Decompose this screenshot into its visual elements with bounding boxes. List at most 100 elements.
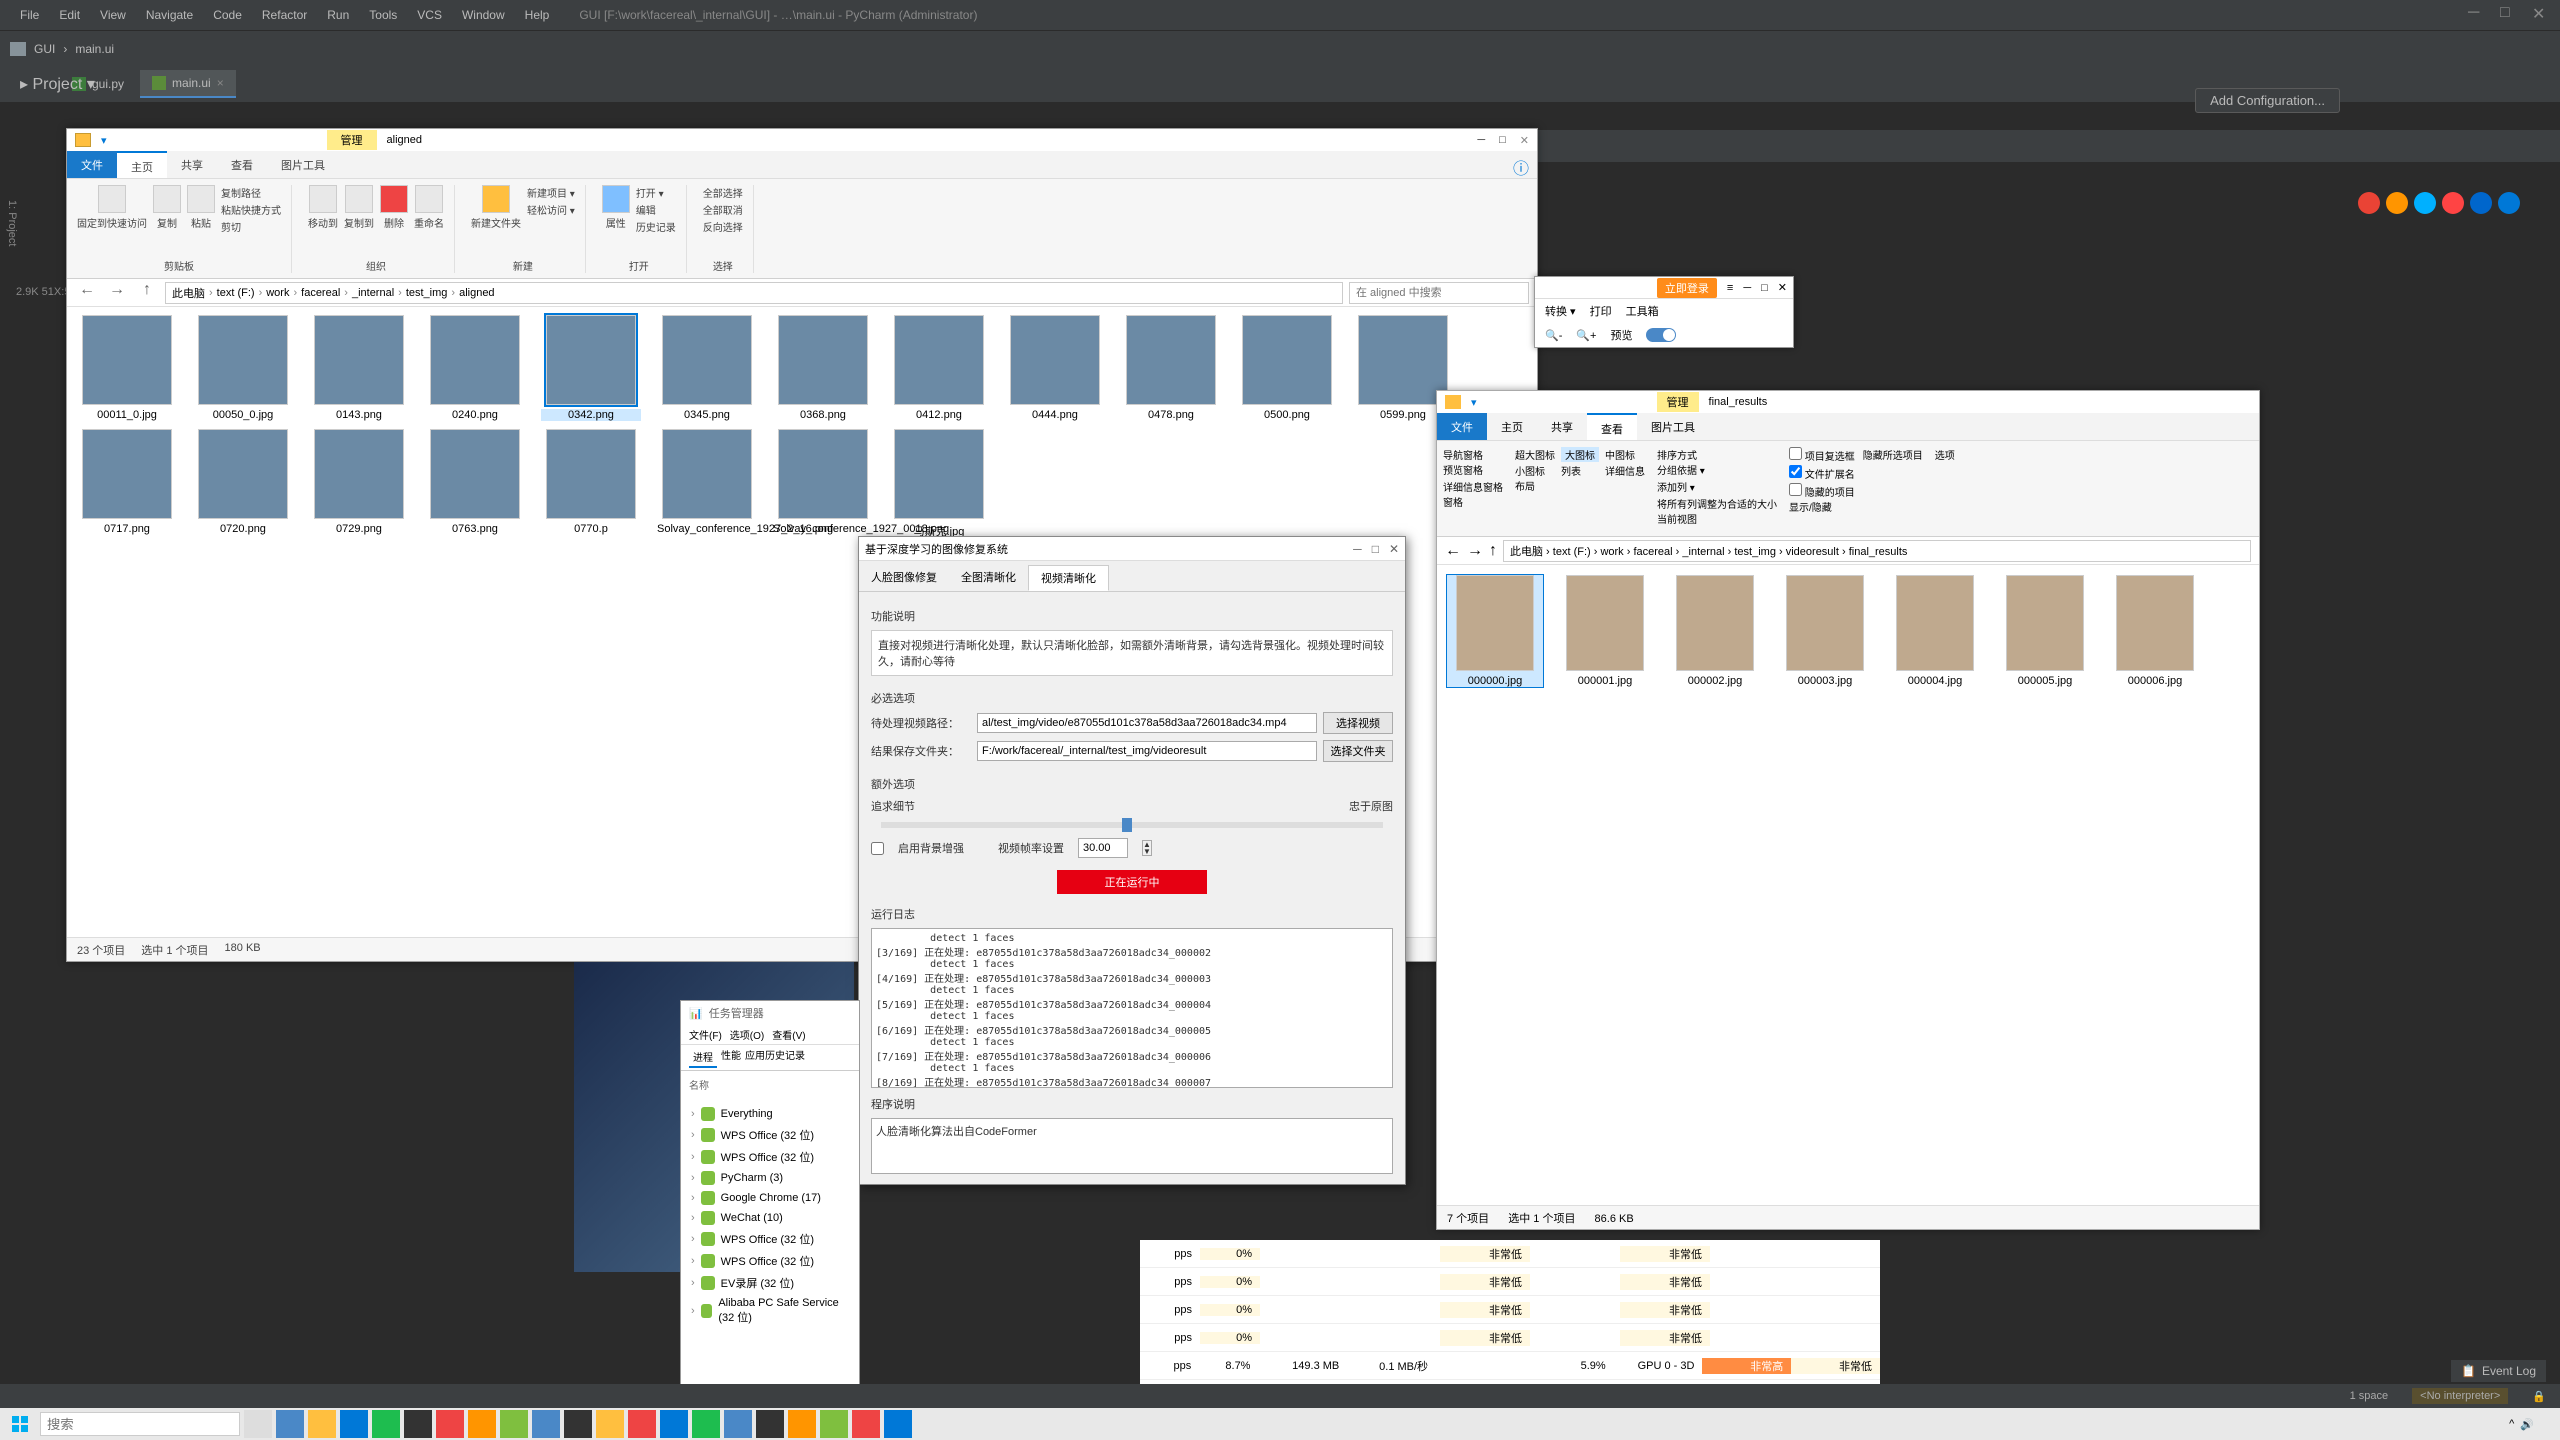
file-thumb[interactable]: 0444.png bbox=[1005, 315, 1105, 421]
preview-toggle[interactable] bbox=[1646, 328, 1676, 342]
minimize-icon[interactable]: ─ bbox=[1743, 282, 1751, 294]
process-item[interactable]: ›Alibaba PC Safe Service (32 位) bbox=[685, 1294, 855, 1328]
taskbar-app[interactable] bbox=[884, 1410, 912, 1438]
taskbar-app[interactable] bbox=[276, 1410, 304, 1438]
file-thumb[interactable]: 0143.png bbox=[309, 315, 409, 421]
taskbar-app[interactable] bbox=[372, 1410, 400, 1438]
output-folder-input[interactable] bbox=[977, 741, 1317, 761]
file-thumb[interactable]: 0770.p bbox=[541, 429, 641, 539]
forward-icon[interactable]: → bbox=[105, 281, 129, 305]
ribbon-tab-share[interactable]: 共享 bbox=[1537, 413, 1587, 440]
indent-info[interactable]: 1 space bbox=[2350, 1390, 2389, 1402]
paste-shortcut[interactable]: 粘贴快捷方式 bbox=[221, 202, 281, 217]
details-pane[interactable]: 详细信息窗格 bbox=[1443, 479, 1503, 494]
delete-icon[interactable] bbox=[380, 185, 408, 213]
fps-down-icon[interactable]: ▼ bbox=[1143, 848, 1151, 855]
taskbar-app[interactable] bbox=[628, 1410, 656, 1438]
minimize-icon[interactable]: ─ bbox=[2468, 4, 2488, 24]
taskbar-app[interactable] bbox=[596, 1410, 624, 1438]
maximize-icon[interactable]: □ bbox=[1499, 134, 1506, 147]
file-thumb[interactable]: 00050_0.jpg bbox=[193, 315, 293, 421]
convert[interactable]: 转换 ▾ bbox=[1545, 303, 1576, 319]
folder-icon[interactable] bbox=[1445, 395, 1461, 409]
tab-video[interactable]: 视频清晰化 bbox=[1028, 565, 1109, 591]
taskbar-app[interactable] bbox=[340, 1410, 368, 1438]
address-path[interactable]: 此电脑› text (F:)› work› facereal› _interna… bbox=[165, 282, 1343, 304]
list-view[interactable]: 列表 bbox=[1561, 463, 1599, 478]
history[interactable]: 历史记录 bbox=[636, 219, 676, 234]
close-tab-icon[interactable]: × bbox=[217, 76, 224, 90]
taskbar-app[interactable] bbox=[724, 1410, 752, 1438]
project-sidebar-label[interactable]: 1: Project bbox=[0, 200, 18, 246]
open-menu[interactable]: 打开 ▾ bbox=[636, 185, 676, 200]
ribbon-tab-view[interactable]: 查看 bbox=[217, 151, 267, 178]
file-thumb[interactable]: 0717.png bbox=[77, 429, 177, 539]
manage-tab[interactable]: 管理 bbox=[1657, 392, 1699, 412]
forward-icon[interactable]: → bbox=[1467, 542, 1483, 560]
menu-vcs[interactable]: VCS bbox=[407, 8, 452, 22]
ribbon-tab-view[interactable]: 查看 bbox=[1587, 413, 1637, 440]
process-row[interactable]: pps0%非常低非常低 bbox=[1140, 1296, 1880, 1324]
file-thumb[interactable]: 000006.jpg bbox=[2107, 575, 2203, 687]
taskbar-app[interactable] bbox=[436, 1410, 464, 1438]
taskbar-search[interactable] bbox=[40, 1412, 240, 1436]
file-thumb[interactable]: 0368.png bbox=[773, 315, 873, 421]
select-all[interactable]: 全部选择 bbox=[703, 185, 743, 200]
process-item[interactable]: ›WPS Office (32 位) bbox=[685, 1146, 855, 1168]
process-row[interactable]: pps0%非常低非常低 bbox=[1140, 1268, 1880, 1296]
process-row[interactable]: pps8.7%149.3 MB0.1 MB/秒5.9%GPU 0 - 3D非常高… bbox=[1140, 1352, 1880, 1380]
menu-navigate[interactable]: Navigate bbox=[136, 8, 203, 22]
tab-performance[interactable]: 性能 bbox=[721, 1047, 741, 1068]
process-item[interactable]: ›WeChat (10) bbox=[685, 1208, 855, 1228]
ribbon-tab-file[interactable]: 文件 bbox=[67, 151, 117, 178]
log-textarea[interactable]: detect 1 faces [3/169] 正在处理: e87055d101c… bbox=[871, 928, 1393, 1088]
taskbar-app[interactable] bbox=[660, 1410, 688, 1438]
group-by[interactable]: 分组依据 ▾ bbox=[1657, 462, 1777, 477]
select-video-button[interactable]: 选择视频 bbox=[1323, 712, 1393, 734]
run-button[interactable]: 正在运行中 bbox=[1057, 870, 1207, 894]
moveto-icon[interactable] bbox=[309, 185, 337, 213]
menu-file[interactable]: 文件(F) bbox=[689, 1027, 722, 1042]
chrome-icon[interactable] bbox=[2358, 192, 2380, 214]
tab-full-image[interactable]: 全图清晰化 bbox=[949, 565, 1028, 591]
file-thumb[interactable]: 0720.png bbox=[193, 429, 293, 539]
event-log-button[interactable]: 📋 Event Log bbox=[2451, 1360, 2546, 1382]
file-thumb[interactable]: 0763.png bbox=[425, 429, 525, 539]
file-thumb[interactable]: 000003.jpg bbox=[1777, 575, 1873, 687]
add-configuration[interactable]: Add Configuration... bbox=[2195, 88, 2340, 113]
edit[interactable]: 编辑 bbox=[636, 202, 676, 217]
preview-pane[interactable]: 预览窗格 bbox=[1443, 462, 1503, 477]
maximize-icon[interactable]: □ bbox=[1372, 542, 1379, 556]
copy-icon[interactable] bbox=[153, 185, 181, 213]
close-icon[interactable]: ✕ bbox=[1520, 134, 1529, 147]
fps-input[interactable] bbox=[1078, 838, 1128, 858]
up-icon[interactable]: ↑ bbox=[135, 281, 159, 305]
file-thumb[interactable]: 0478.png bbox=[1121, 315, 1221, 421]
project-label[interactable]: ▸ Project ▾ bbox=[20, 74, 95, 94]
up-icon[interactable]: ↑ bbox=[1489, 542, 1497, 560]
xl-icons[interactable]: 超大图标 bbox=[1515, 447, 1555, 462]
file-thumb[interactable]: 000004.jpg bbox=[1887, 575, 1983, 687]
video-path-input[interactable] bbox=[977, 713, 1317, 733]
close-icon[interactable]: ✕ bbox=[2532, 4, 2552, 24]
file-thumb[interactable]: 000001.jpg bbox=[1557, 575, 1653, 687]
process-row[interactable]: pps0%非常低非常低 bbox=[1140, 1240, 1880, 1268]
close-icon[interactable]: ✕ bbox=[1778, 281, 1787, 294]
menu-edit[interactable]: Edit bbox=[49, 8, 90, 22]
new-folder-icon[interactable] bbox=[482, 185, 510, 213]
l-icons[interactable]: 大图标 bbox=[1561, 447, 1599, 462]
crumb-gui[interactable]: GUI bbox=[34, 42, 55, 56]
tab-processes[interactable]: 进程 bbox=[689, 1047, 717, 1068]
tab-main-ui[interactable]: main.ui × bbox=[140, 70, 236, 98]
task-view-icon[interactable] bbox=[244, 1410, 272, 1438]
lock-icon[interactable]: 🔒 bbox=[2532, 1390, 2546, 1403]
toolbox[interactable]: 工具箱 bbox=[1626, 303, 1659, 319]
m-icons[interactable]: 中图标 bbox=[1605, 447, 1645, 462]
new-item[interactable]: 新建项目 ▾ bbox=[527, 185, 575, 200]
taskbar-app[interactable] bbox=[404, 1410, 432, 1438]
process-row[interactable]: pps0%非常低非常低 bbox=[1140, 1324, 1880, 1352]
select-none[interactable]: 全部取消 bbox=[703, 202, 743, 217]
back-icon[interactable]: ← bbox=[75, 281, 99, 305]
interpreter-warning[interactable]: <No interpreter> bbox=[2412, 1388, 2508, 1404]
select-folder-button[interactable]: 选择文件夹 bbox=[1323, 740, 1393, 762]
